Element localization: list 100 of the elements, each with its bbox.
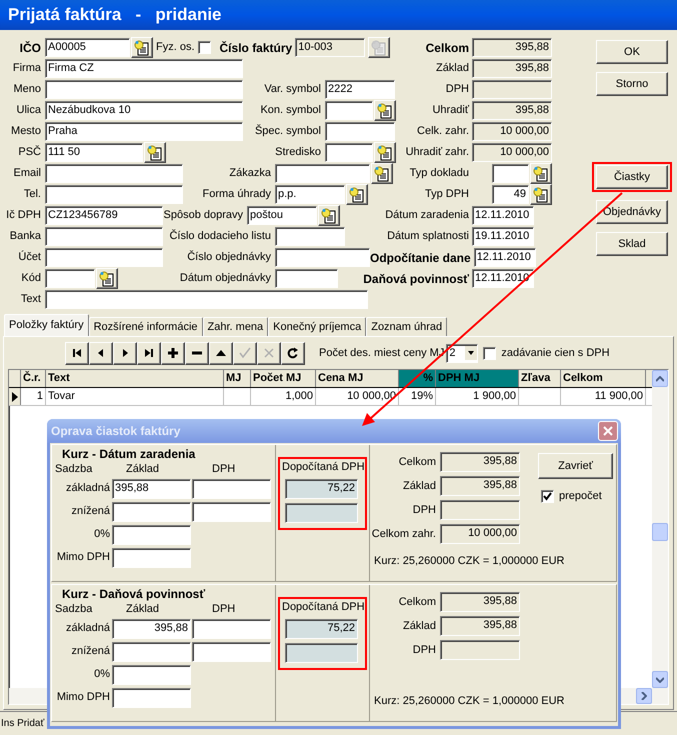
field-label: Odpočítanie dane [370,250,471,266]
lookup-button[interactable] [144,142,166,163]
tab[interactable]: Zoznam úhrad [366,317,448,336]
table-cell: 1,000 [251,388,316,405]
input-field[interactable] [275,227,345,246]
lookup-button[interactable] [530,163,552,184]
input-field[interactable]: 75,22 [285,479,358,499]
input-field[interactable] [45,185,183,204]
toolbar-button[interactable] [65,342,89,364]
scroll-down-button[interactable] [652,671,668,688]
toolbar-button[interactable] [209,342,233,364]
input-field[interactable] [112,502,191,522]
toolbar-button[interactable] [89,342,113,364]
input-field[interactable]: 10 000,00 [472,143,552,162]
input-field[interactable]: CZ123456789 [45,206,163,225]
input-field[interactable] [112,642,191,662]
input-field[interactable]: 395,88 [440,592,520,612]
input-field[interactable] [45,248,163,267]
input-field[interactable] [325,143,373,162]
input-field[interactable] [472,80,552,99]
field-label: Spôsob dopravy [162,208,244,224]
input-field[interactable] [45,269,95,288]
input-field[interactable]: 395,88 [440,476,520,496]
toolbar-button[interactable] [281,342,305,364]
lookup-button[interactable] [131,37,153,58]
input-field[interactable] [192,502,271,522]
input-field[interactable]: 19.11.2010 [472,227,534,246]
input-field[interactable] [275,269,338,288]
input-field[interactable] [112,688,191,708]
action-button[interactable]: Čiastky [596,165,668,189]
input-field[interactable] [45,80,243,99]
input-field[interactable]: 10 000,00 [472,122,552,141]
input-field[interactable]: 111 50 [45,143,143,162]
lookup-button[interactable] [371,163,393,184]
input-field[interactable] [45,290,368,309]
input-field[interactable] [192,478,271,498]
scroll-right-button[interactable] [636,688,652,704]
input-field[interactable] [192,642,271,662]
input-field[interactable]: Nezábudkova 10 [45,101,243,120]
input-field[interactable] [492,164,529,183]
input-field[interactable]: 395,88 [440,452,520,472]
lookup-button[interactable] [374,100,396,121]
tab[interactable]: Konečný príjemca [268,317,366,336]
lookup-button[interactable] [318,205,340,226]
input-field[interactable]: 395,88 [112,478,191,498]
input-field[interactable]: 49 [492,185,529,204]
input-field[interactable] [440,500,520,520]
tab[interactable]: Rozšírené informácie [88,317,203,336]
input-field[interactable]: A00005 [45,38,130,57]
toolbar-button[interactable] [137,342,161,364]
input-field[interactable] [112,664,191,684]
tab[interactable]: Položky faktúry [4,314,89,336]
scroll-up-button[interactable] [652,370,668,387]
input-field[interactable] [112,548,191,568]
input-field[interactable]: 10 000,00 [440,524,520,544]
action-button[interactable]: Sklad [596,232,668,256]
checkbox[interactable] [483,346,496,360]
input-field[interactable] [325,101,373,120]
input-field[interactable] [275,248,370,267]
input-field[interactable]: 2222 [325,80,395,99]
input-field[interactable] [112,524,191,544]
close-button[interactable]: Zavrieť [538,453,613,479]
input-field[interactable] [275,164,370,183]
checkbox[interactable] [541,490,554,503]
input-field[interactable]: 12.11.2010 [474,248,536,267]
document-icon [371,40,388,56]
input-field[interactable] [45,227,163,246]
input-field[interactable] [440,640,520,660]
input-field[interactable] [285,643,358,663]
lookup-button[interactable] [530,184,552,205]
input-field[interactable] [45,164,183,183]
close-button[interactable] [598,421,618,441]
input-field[interactable]: 12.11.2010 [472,206,534,225]
lookup-button[interactable] [374,142,396,163]
input-field[interactable] [285,503,358,523]
input-field[interactable]: 395,88 [472,59,552,78]
lookup-button[interactable] [346,184,368,205]
input-field[interactable]: 75,22 [285,619,358,639]
input-field[interactable]: Firma CZ [45,59,243,78]
input-field[interactable]: 395,88 [440,616,520,636]
input-field[interactable]: 395,88 [472,38,552,57]
toolbar-button[interactable] [161,342,185,364]
tab[interactable]: Zahr. mena [202,317,268,336]
decimals-select[interactable]: 2 [446,344,478,362]
input-field[interactable]: Praha [45,122,243,141]
input-field[interactable]: p.p. [275,185,345,204]
input-field[interactable]: 395,88 [472,101,552,120]
checkbox[interactable] [198,41,211,54]
action-button[interactable]: Objednávky [596,200,668,224]
input-field[interactable]: 395,88 [112,618,191,638]
lookup-button[interactable] [96,268,118,289]
action-button[interactable]: OK [596,40,668,64]
scrollbar-thumb[interactable] [652,523,668,541]
input-field[interactable] [192,618,271,638]
toolbar-button[interactable] [185,342,209,364]
input-field[interactable] [325,122,395,141]
toolbar-button[interactable] [113,342,137,364]
input-field[interactable]: poštou [247,206,317,225]
column-header: Základ [125,462,160,477]
action-button[interactable]: Storno [596,72,668,96]
